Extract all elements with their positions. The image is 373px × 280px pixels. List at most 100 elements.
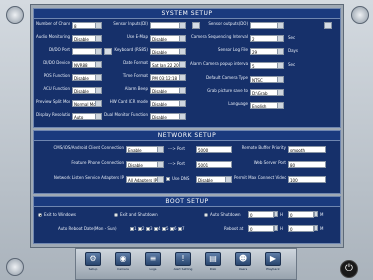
reboot-day-label: 1 (134, 226, 137, 231)
system-label: Display Resolution (36, 112, 70, 117)
reboot-hour[interactable]: 0 (248, 225, 274, 232)
port-arrow: ---> Port (168, 146, 185, 151)
hour-spinner[interactable] (274, 211, 278, 217)
network-label: Feature Phone Connection (71, 160, 124, 165)
toolbar-label: Logs (149, 267, 157, 271)
system-select[interactable]: Auto (72, 113, 102, 120)
reboot-day-label: 5 (166, 226, 169, 231)
users-icon: ☻ (235, 252, 251, 266)
boot-option-label: Auto Shutdown (210, 212, 241, 217)
system-label: Number of Channels (36, 21, 70, 26)
reboot-hour-spinner[interactable] (274, 225, 278, 231)
sensor-input-config[interactable] (192, 22, 200, 29)
system-select[interactable]: PM 03:12:18 (150, 74, 186, 81)
system-select[interactable]: Disable (150, 35, 186, 42)
toolbar-button-logs[interactable]: ≡ Logs (142, 251, 164, 277)
reboot-day-label: 7 (182, 226, 185, 231)
toolbar-button-setup[interactable]: ⚙ Setup (82, 251, 104, 277)
shutdown-hour[interactable]: 0 (248, 211, 274, 218)
system-select[interactable]: Disable (72, 35, 102, 42)
reboot-min-spinner[interactable] (314, 225, 318, 231)
system-select[interactable]: 8 (72, 22, 102, 29)
system-label: ACU Function (43, 86, 70, 91)
dns-select[interactable]: Disable (196, 176, 232, 183)
system-label: Audio Monitoring (36, 34, 70, 39)
system-select[interactable]: NTSC (250, 76, 284, 83)
reboot-hour-unit: H (280, 226, 284, 231)
network-label: Permit Max Connect Video Num (234, 175, 286, 180)
dns-label: Use DNS (172, 176, 190, 181)
toolbar-button-playback[interactable]: ▶ Playback (262, 251, 284, 277)
toolbar-label: Users (238, 267, 248, 271)
toolbar-button-users[interactable]: ☻ Users (232, 251, 254, 277)
system-label: Time Format (122, 73, 148, 78)
system-label: Grab picture save to (207, 88, 248, 93)
top-left-knob[interactable] (6, 6, 24, 24)
system-select[interactable] (72, 48, 102, 55)
system-select[interactable] (250, 22, 284, 29)
network-input[interactable]: smooth (288, 146, 326, 153)
sensor-output-config[interactable] (324, 22, 332, 29)
boot-option-radio[interactable] (204, 213, 208, 217)
network-input[interactable]: 100 (288, 176, 326, 183)
boot-setup-title: BOOT SETUP (34, 197, 340, 207)
system-select[interactable]: NVR88 (72, 61, 102, 68)
reboot-day-label: 3 (150, 226, 153, 231)
shutdown-min[interactable]: 0 (288, 211, 314, 218)
system-label: Language (228, 101, 248, 106)
network-select[interactable]: All Adapters IP (126, 176, 164, 183)
system-select[interactable]: Disable (72, 74, 102, 81)
system-select[interactable]: 29 (250, 48, 284, 55)
system-select[interactable]: D:\Grab (250, 89, 284, 96)
hour-unit: H (280, 212, 284, 217)
toolbar-button-disk[interactable]: ▤ Disk (202, 251, 224, 277)
system-select[interactable]: Sat Jan 22 2005 (150, 61, 186, 68)
system-select[interactable]: English (250, 102, 284, 109)
min-unit: M (320, 212, 324, 217)
system-unit: Sec (288, 35, 296, 40)
boot-option-label: Exit and Shutdown (120, 212, 158, 217)
port-input[interactable]: 5001 (196, 161, 232, 168)
boot-option-radio[interactable] (114, 213, 118, 217)
top-right-knob[interactable] (351, 6, 369, 24)
system-select[interactable]: Disable (150, 113, 186, 120)
system-select[interactable]: Disable (150, 100, 186, 107)
system-select[interactable]: Disable (150, 48, 186, 55)
system-label: Use E-Map (126, 34, 148, 39)
bottom-left-knob[interactable] (6, 258, 24, 276)
di-do-config[interactable] (104, 48, 112, 55)
system-select[interactable]: 5 (250, 62, 284, 69)
reboot-min[interactable]: 0 (288, 225, 314, 232)
power-icon: ⏻ (345, 263, 353, 274)
disk-icon: ▤ (205, 252, 221, 266)
system-unit: Days (288, 48, 298, 53)
reboot-min-unit: M (320, 226, 324, 231)
toolbar-label: Disk (209, 267, 217, 271)
system-select[interactable] (150, 22, 186, 29)
power-exit-button[interactable]: ⏻ (340, 260, 358, 278)
toolbar-button-camera[interactable]: ◉ Camera (112, 251, 134, 277)
playback-icon: ▶ (265, 252, 281, 266)
system-setup-panel: SYSTEM SETUP Number of Channels8Audio Mo… (33, 8, 341, 128)
port-input[interactable]: 5000 (196, 146, 232, 153)
toolbar-label: Setup (88, 267, 98, 271)
network-input[interactable]: 80 (288, 161, 326, 168)
system-label: Alarm Beep (124, 86, 148, 91)
system-select[interactable]: Normal Mode (72, 100, 102, 107)
min-spinner[interactable] (314, 211, 318, 217)
dns-checkbox[interactable] (166, 177, 170, 181)
boot-option-radio[interactable] (38, 213, 42, 217)
alert-icon: ! (175, 252, 191, 266)
system-label: Date Format (123, 60, 148, 65)
system-select[interactable]: Disable (150, 87, 186, 94)
system-label: DI/DO Device (43, 60, 70, 65)
port-arrow: ---> Port (168, 161, 185, 166)
system-select[interactable]: 2 (250, 35, 284, 42)
system-select[interactable]: Disable (72, 87, 102, 94)
network-select[interactable]: Enable (126, 146, 164, 153)
system-label: Sensor Inputs(DI) (113, 21, 148, 26)
system-label: Sensor Log File (217, 47, 248, 52)
network-select[interactable]: Disable (126, 161, 164, 168)
system-setup-title: SYSTEM SETUP (34, 9, 340, 19)
toolbar-button-alert-setting[interactable]: ! Alert Setting (172, 251, 194, 277)
